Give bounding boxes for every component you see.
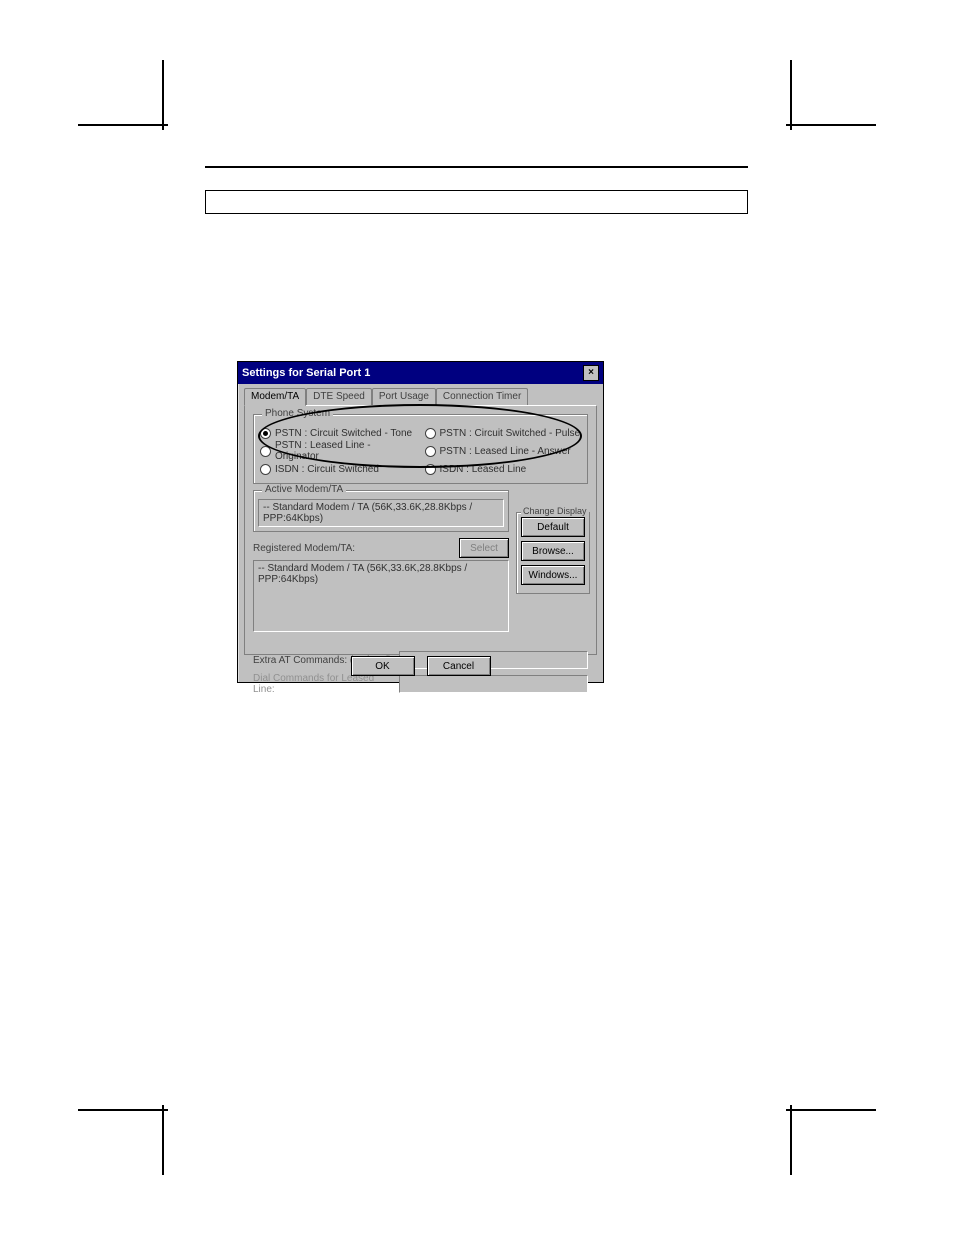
dialog-buttons: OK Cancel [238, 656, 603, 676]
radio-pstn-cs-pulse[interactable]: PSTN : Circuit Switched - Pulse [425, 425, 582, 441]
ok-button[interactable]: OK [351, 656, 415, 676]
button-label: Cancel [443, 661, 474, 672]
radio-label: ISDN : Circuit Switched [275, 464, 379, 475]
dialog-client: Modem/TA DTE Speed Port Usage Connection… [238, 384, 603, 661]
radio-icon [260, 428, 271, 439]
dial-commands-row: Dial Commands for Leased Line: [253, 674, 588, 694]
crop-mark [162, 60, 164, 130]
radio-label: ISDN : Leased Line [440, 464, 527, 475]
dial-commands-label: Dial Commands for Leased Line: [253, 673, 393, 695]
radio-icon [260, 446, 271, 457]
button-label: Windows... [529, 570, 578, 581]
dialog-title: Settings for Serial Port 1 [242, 367, 370, 379]
registered-modem-label: Registered Modem/TA: [253, 543, 453, 554]
tabstrip: Modem/TA DTE Speed Port Usage Connection… [244, 388, 597, 406]
crop-mark [162, 1105, 164, 1175]
radio-pstn-cs-tone[interactable]: PSTN : Circuit Switched - Tone [260, 425, 417, 441]
tab-port-usage[interactable]: Port Usage [372, 388, 436, 406]
select-button[interactable]: Select [459, 538, 509, 558]
button-label: Default [537, 522, 569, 533]
radio-icon [425, 464, 436, 475]
tab-label: DTE Speed [313, 391, 365, 402]
modem-area: Active Modem/TA -- Standard Modem / TA (… [253, 490, 509, 632]
radio-pstn-ll-originator[interactable]: PSTN : Leased Line - Originator [260, 443, 417, 459]
crop-mark [78, 124, 168, 126]
page-rule [205, 166, 748, 168]
default-button[interactable]: Default [521, 517, 585, 537]
tab-label: Connection Timer [443, 391, 521, 402]
radio-label: PSTN : Leased Line - Answer [440, 446, 571, 457]
radio-label: PSTN : Leased Line - Originator [275, 440, 417, 462]
cancel-button[interactable]: Cancel [427, 656, 491, 676]
page-rule-box [205, 190, 748, 214]
browse-button[interactable]: Browse... [521, 541, 585, 561]
close-button[interactable]: × [583, 365, 599, 381]
active-modem-legend: Active Modem/TA [262, 484, 346, 495]
tab-dte-speed[interactable]: DTE Speed [306, 388, 372, 406]
radio-icon [425, 428, 436, 439]
radio-icon [260, 464, 271, 475]
button-label: Select [470, 543, 498, 554]
change-display-group: Change Display Default Browse... Windows… [516, 512, 590, 594]
crop-mark [786, 1109, 876, 1111]
radio-label: PSTN : Circuit Switched - Pulse [440, 428, 581, 439]
active-modem-value: -- Standard Modem / TA (56K,33.6K,28.8Kb… [258, 499, 504, 527]
crop-mark [78, 1109, 168, 1111]
button-label: Browse... [532, 546, 574, 557]
radio-icon [425, 446, 436, 457]
tab-panel-modem-ta: Phone System PSTN : Circuit Switched - T… [244, 405, 597, 655]
registered-modem-list[interactable]: -- Standard Modem / TA (56K,33.6K,28.8Kb… [253, 560, 509, 632]
change-display-legend: Change Display [521, 506, 589, 516]
phone-system-group: Phone System PSTN : Circuit Switched - T… [253, 414, 588, 484]
button-label: OK [375, 661, 389, 672]
crop-mark [786, 124, 876, 126]
list-item[interactable]: -- Standard Modem / TA (56K,33.6K,28.8Kb… [258, 563, 504, 585]
crop-mark [790, 1105, 792, 1175]
tab-label: Modem/TA [251, 391, 299, 402]
radio-pstn-ll-answer[interactable]: PSTN : Leased Line - Answer [425, 443, 582, 459]
radio-label: PSTN : Circuit Switched - Tone [275, 428, 412, 439]
phone-system-legend: Phone System [262, 408, 333, 419]
registered-modem-row: Registered Modem/TA: Select [253, 538, 509, 558]
close-icon: × [588, 368, 594, 378]
crop-mark [790, 60, 792, 130]
tab-connection-timer[interactable]: Connection Timer [436, 388, 528, 406]
radio-isdn-cs[interactable]: ISDN : Circuit Switched [260, 461, 417, 477]
titlebar[interactable]: Settings for Serial Port 1 × [238, 362, 603, 384]
radio-isdn-ll[interactable]: ISDN : Leased Line [425, 461, 582, 477]
change-display-box: Change Display Default Browse... Windows… [516, 512, 590, 594]
dial-commands-input[interactable] [399, 675, 588, 693]
windows-button[interactable]: Windows... [521, 565, 585, 585]
active-modem-group: Active Modem/TA -- Standard Modem / TA (… [253, 490, 509, 532]
tab-label: Port Usage [379, 391, 429, 402]
phone-system-options: PSTN : Circuit Switched - Tone PSTN : Ci… [260, 425, 581, 477]
tab-modem-ta[interactable]: Modem/TA [244, 388, 306, 406]
settings-dialog: Settings for Serial Port 1 × Modem/TA DT… [237, 361, 604, 683]
